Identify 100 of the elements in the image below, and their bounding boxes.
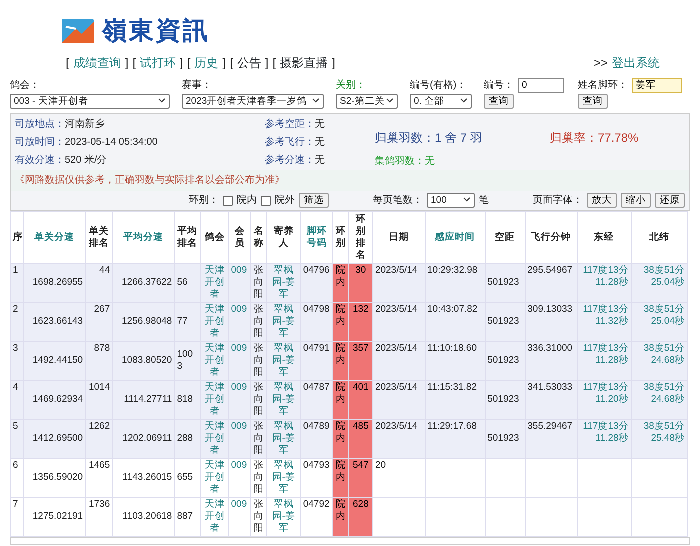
table-cell: 44 (86, 264, 113, 302)
table-cell: 1256.98048 (112, 302, 175, 342)
font-size-label: 页面字体： (533, 194, 583, 208)
filter-button[interactable]: 筛选 (299, 193, 329, 208)
table-cell: 1202.06911 (112, 420, 175, 458)
table-link[interactable]: 009 (228, 420, 251, 458)
filter-label: 编号(有格)： (410, 78, 468, 93)
table-link[interactable]: 翠枫园-姜军 (266, 498, 301, 536)
checkbox-option[interactable]: 院外 (261, 193, 295, 208)
info-label: 司放时间： (15, 137, 65, 148)
font-button[interactable]: 缩小 (621, 193, 651, 208)
table-link[interactable]: 天津开创者 (200, 458, 229, 498)
table-link[interactable]: 009 (228, 264, 251, 302)
font-button[interactable]: 还原 (655, 193, 685, 208)
table-link[interactable]: 117度13分 11.28秒 (577, 420, 632, 458)
table-link[interactable]: 117度13分 11.32秒 (577, 302, 632, 342)
table-link[interactable]: 38度51分 24.68秒 (631, 380, 688, 420)
table-link[interactable]: 翠枫园-姜军 (266, 264, 301, 302)
nav-link-item[interactable]: 摄影直播 (280, 54, 328, 72)
nav-link-item[interactable]: 公告 (237, 54, 262, 72)
column-header: 日期 (372, 212, 426, 264)
table-link[interactable]: 117度13分 11.28秒 (577, 264, 632, 302)
table-link[interactable]: 天津开创者 (200, 302, 229, 342)
table-link[interactable]: 009 (228, 380, 251, 420)
sort-header[interactable]: 单关分速 (24, 212, 86, 264)
table-link[interactable]: 117度13分 11.20秒 (577, 380, 632, 420)
table-cell: 院内 (332, 420, 349, 458)
table-cell: 4 (10, 380, 24, 420)
dropdown-field[interactable]: 0. 全部 (410, 94, 472, 109)
per-page-label: 每页笔数： (373, 194, 423, 208)
sort-header[interactable]: 脚环号码 (300, 212, 333, 264)
table-cell: 2 (10, 302, 24, 342)
nav-link-item[interactable]: 成绩查询 (73, 54, 122, 72)
table-cell: 501923 (485, 342, 526, 380)
table-cell: 04789 (300, 420, 333, 458)
table-cell: 1623.66143 (24, 302, 86, 342)
table-link[interactable]: 38度51分 25.04秒 (631, 264, 688, 302)
nav-link-item[interactable]: 历史 (194, 54, 219, 72)
filter-label: 关别： (336, 78, 367, 93)
table-cell: 04796 (300, 264, 333, 302)
table-cell: 04787 (300, 380, 333, 420)
logout-link[interactable]: 登出系统 (612, 54, 660, 72)
page-size-dropdown[interactable]: 100 (427, 193, 475, 208)
table-link[interactable]: 009 (228, 342, 251, 380)
table-cell: 501923 (485, 302, 526, 342)
column-header: 北纬 (631, 212, 688, 264)
table-link[interactable]: 117度13分 11.28秒 (577, 342, 632, 380)
table-link[interactable]: 天津开创者 (200, 420, 229, 458)
table-link[interactable]: 翠枫园-姜军 (266, 302, 301, 342)
dropdown-field[interactable]: 2023开创者天津春季一岁鸽 (182, 94, 324, 109)
query-button[interactable]: 查询 (578, 94, 608, 109)
table-cell: 357 (348, 342, 373, 380)
column-header: 会员 (228, 212, 251, 264)
table-link[interactable]: 009 (228, 458, 251, 498)
nav-link-item[interactable]: 试打环 (140, 54, 176, 72)
dropdown-field[interactable]: 003 - 天津开创者 (10, 94, 170, 109)
table-link[interactable]: 009 (228, 302, 251, 342)
table-cell: 77 (174, 302, 201, 342)
query-button[interactable]: 查询 (484, 94, 514, 109)
notice-text: 《网路数据仅供参考，正确羽数与实际排名以会部公布为准》 (15, 175, 285, 186)
column-header: 单关排名 (86, 212, 113, 264)
table-cell: 655 (174, 458, 201, 498)
text-field[interactable]: 0 (518, 78, 564, 93)
table-cell: 1143.26015 (112, 458, 175, 498)
table-link[interactable]: 天津开创者 (200, 498, 229, 536)
table-cell: 309.13033 (525, 302, 578, 342)
table-link[interactable]: 翠枫园-姜军 (266, 420, 301, 458)
table-link[interactable]: 翠枫园-姜军 (266, 342, 301, 380)
table-link[interactable]: 天津开创者 (200, 264, 229, 302)
table-cell: 267 (86, 302, 113, 342)
table-link[interactable]: 天津开创者 (200, 342, 229, 380)
table-link[interactable]: 38度51分 25.04秒 (631, 302, 688, 342)
sort-header[interactable]: 感应时间 (425, 212, 486, 264)
info-label: 有效分速： (15, 155, 65, 166)
table-cell: 张向阳 (250, 420, 267, 458)
dropdown-field[interactable]: S2-第二关 (336, 94, 398, 109)
table-cell: 院内 (332, 342, 349, 380)
table-link[interactable]: 翠枫园-姜军 (266, 458, 301, 498)
table-link[interactable]: 009 (228, 498, 251, 536)
unit-label: 笔 (479, 194, 489, 208)
text-field[interactable]: 姜军 (632, 78, 682, 93)
table-cell: 04798 (300, 302, 333, 342)
table-cell: 张向阳 (250, 498, 267, 536)
filter-label: 姓名脚环： (578, 78, 628, 93)
font-button[interactable]: 放大 (587, 193, 617, 208)
table-link[interactable]: 38度51分 25.48秒 (631, 420, 688, 458)
table-link[interactable]: 翠枫园-姜军 (266, 380, 301, 420)
table-cell: 2023/5/14 (372, 342, 426, 380)
table-cell: 547 (348, 458, 373, 498)
table-cell: 1698.26955 (24, 264, 86, 302)
table-cell: 5 (10, 420, 24, 458)
table-link[interactable]: 天津开创者 (200, 380, 229, 420)
table-cell: 341.53033 (525, 380, 578, 420)
sort-header[interactable]: 平均分速 (112, 212, 175, 264)
table-cell: 878 (86, 342, 113, 380)
table-cell: 11:15:31.82 (425, 380, 486, 420)
checkbox-option[interactable]: 院内 (223, 193, 257, 208)
table-link[interactable]: 38度51分 24.68秒 (631, 342, 688, 380)
bracket-text: [ (272, 55, 276, 72)
bracket-text: ] (125, 55, 129, 72)
